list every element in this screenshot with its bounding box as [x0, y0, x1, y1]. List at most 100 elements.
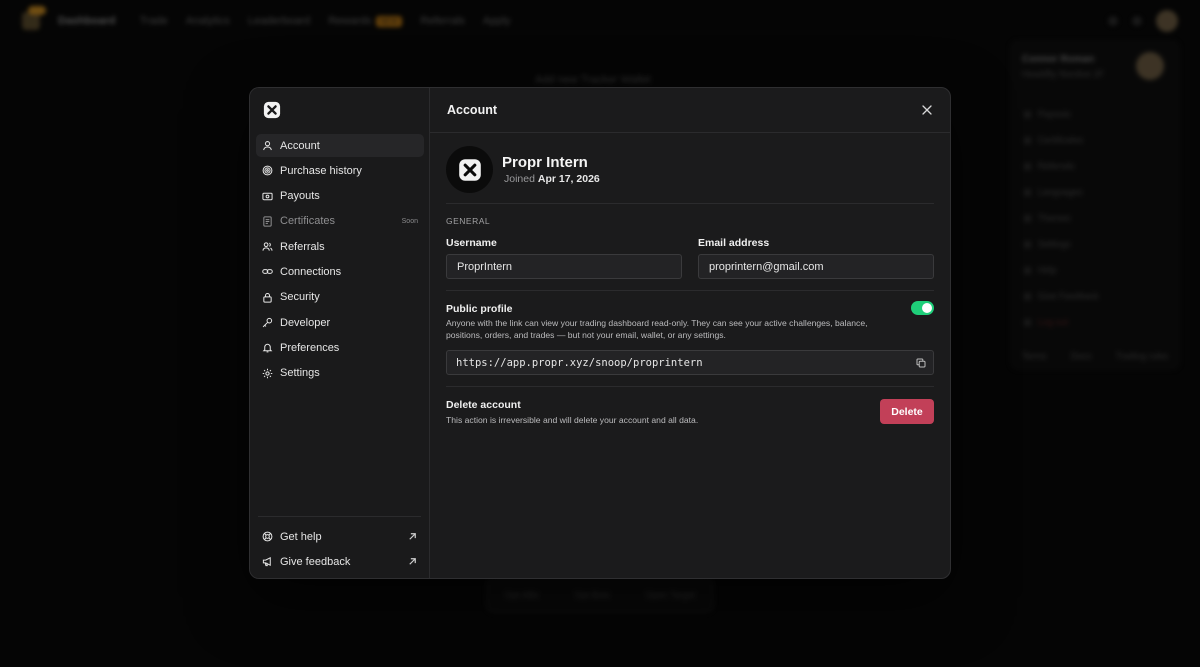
- username-label: Username: [446, 237, 497, 249]
- section-label-general: GENERAL: [446, 216, 491, 226]
- menu-item: Help: [1022, 265, 1168, 291]
- give-feedback-link[interactable]: Give feedback: [256, 550, 424, 573]
- new-badge: NEW: [375, 16, 403, 27]
- sidebar-item-account[interactable]: Account: [256, 134, 424, 157]
- nav-leaderboard: Leaderboard: [247, 15, 311, 27]
- soon-badge: Soon: [401, 217, 418, 225]
- sidebar-item-label: Payouts: [280, 190, 320, 203]
- propr-logo-icon: [263, 101, 281, 119]
- panel-header: Account: [430, 88, 950, 133]
- sidebar-item-label: Account: [280, 139, 320, 152]
- sidebar-item-payouts[interactable]: Payouts: [256, 185, 424, 208]
- sidebar-item-label: Connections: [280, 265, 342, 278]
- sidebar-item-label: Settings: [280, 367, 320, 380]
- bottom-tab: Opt-ABs: [504, 590, 539, 600]
- nav-referrals: Referrals: [420, 15, 465, 27]
- nav-analytics: Analytics: [185, 15, 230, 27]
- footer-link: Terms: [1022, 351, 1047, 361]
- get-help-link[interactable]: Get help: [256, 525, 424, 548]
- close-icon[interactable]: [921, 104, 933, 116]
- background-center-title: Add new Tracker Wallet: [535, 74, 651, 86]
- bottom-tab: Opt-Bets: [574, 590, 611, 600]
- footer-link: Docs: [1070, 351, 1092, 361]
- sidebar-item-purchase-history[interactable]: Purchase history: [256, 159, 424, 182]
- background-user-menu: Connor Roman Head/By Nombre 2F Payouts C…: [1010, 40, 1180, 370]
- sidebar-item-label: Get help: [280, 530, 322, 543]
- public-profile-url-field[interactable]: https://app.propr.xyz/snoop/proprintern: [446, 350, 934, 375]
- background-bottom-tabs: Opt-ABs Opt-Bets Open Target: [486, 577, 714, 613]
- sidebar-item-label: Give feedback: [280, 555, 351, 568]
- users-icon: [262, 242, 273, 251]
- copy-icon[interactable]: [916, 358, 926, 368]
- sidebar-divider: [258, 516, 421, 517]
- page-title: Account: [447, 103, 497, 117]
- email-label: Email address: [698, 237, 770, 249]
- settings-sidebar: Account Purchase history Payouts Certifi…: [250, 88, 430, 578]
- sidebar-item-connections[interactable]: Connections: [256, 260, 424, 283]
- menu-item: Give Feedback: [1022, 291, 1168, 317]
- menu-item: Settings: [1022, 239, 1168, 265]
- settings-nav: Account Purchase history Payouts Certifi…: [256, 134, 424, 387]
- background-topbar: Dashboard Trade Analytics Leaderboard Re…: [0, 0, 1200, 42]
- footer-link: Trading rules: [1115, 351, 1168, 361]
- nav-trade: Trade: [139, 15, 168, 27]
- lifebuoy-icon: [262, 531, 273, 542]
- menu-item: Payouts: [1022, 109, 1168, 135]
- sidebar-item-label: Preferences: [280, 341, 340, 354]
- external-link-icon: [409, 533, 416, 540]
- sidebar-item-settings[interactable]: Settings: [256, 362, 424, 385]
- nav-rewards: Rewards NEW: [328, 15, 403, 27]
- search-icon: [1108, 16, 1118, 26]
- bell-icon: [262, 344, 273, 353]
- user-icon: [263, 141, 272, 151]
- username-field[interactable]: ProprIntern: [446, 254, 682, 279]
- menu-item: Languages: [1022, 187, 1168, 213]
- target-icon: [262, 165, 273, 176]
- sidebar-item-security[interactable]: Security: [256, 286, 424, 309]
- joined-date: Joined Apr 17, 2026: [504, 173, 600, 185]
- divider: [446, 386, 934, 387]
- menu-item: Referrals: [1022, 161, 1168, 187]
- public-profile-url: https://app.propr.xyz/snoop/proprintern: [456, 356, 703, 369]
- sidebar-item-certificates[interactable]: Certificates Soon: [256, 210, 424, 233]
- divider: [446, 203, 934, 204]
- public-profile-toggle[interactable]: [911, 301, 934, 315]
- notification-icon: [1132, 16, 1142, 26]
- delete-account-title: Delete account: [446, 399, 521, 411]
- external-link-icon: [409, 558, 416, 565]
- sidebar-item-label: Purchase history: [280, 164, 362, 177]
- sidebar-item-label: Security: [280, 291, 320, 304]
- avatar: [1156, 10, 1178, 32]
- sidebar-item-developer[interactable]: Developer: [256, 311, 424, 334]
- menu-item-logout: Log out: [1022, 317, 1168, 343]
- settings-modal: Account Purchase history Payouts Certifi…: [249, 87, 951, 579]
- app-logo: [22, 6, 46, 30]
- key-icon: [262, 317, 273, 328]
- lock-icon: [263, 292, 272, 303]
- link-icon: [262, 269, 273, 275]
- sidebar-footer: Get help Give feedback: [256, 525, 424, 575]
- email-field[interactable]: proprintern@gmail.com: [698, 254, 934, 279]
- divider: [446, 290, 934, 291]
- banknote-icon: [262, 192, 273, 200]
- account-panel: Account Propr Intern Joined Apr 17, 2026…: [430, 88, 950, 578]
- sidebar-item-label: Developer: [280, 316, 331, 329]
- public-profile-title: Public profile: [446, 303, 513, 315]
- brand-name: Dashboard: [58, 15, 116, 27]
- avatar: [1136, 52, 1164, 80]
- nav-apply: Apply: [482, 15, 511, 27]
- avatar[interactable]: [446, 146, 493, 193]
- menu-item: Certificates: [1022, 135, 1168, 161]
- megaphone-icon: [262, 557, 271, 567]
- sidebar-item-referrals[interactable]: Referrals: [256, 235, 424, 258]
- public-profile-description: Anyone with the link can view your tradi…: [446, 318, 868, 340]
- sidebar-item-label: Certificates: [280, 215, 336, 228]
- bottom-tab: Open Target: [645, 590, 696, 600]
- profile-header: Propr Intern Joined Apr 17, 2026: [446, 146, 600, 193]
- document-icon: [263, 216, 272, 227]
- menu-item: Themes: [1022, 213, 1168, 239]
- propr-logo-icon: [458, 158, 481, 181]
- delete-account-button[interactable]: Delete: [880, 399, 934, 424]
- sidebar-item-preferences[interactable]: Preferences: [256, 336, 424, 359]
- profile-name: Propr Intern: [502, 154, 588, 171]
